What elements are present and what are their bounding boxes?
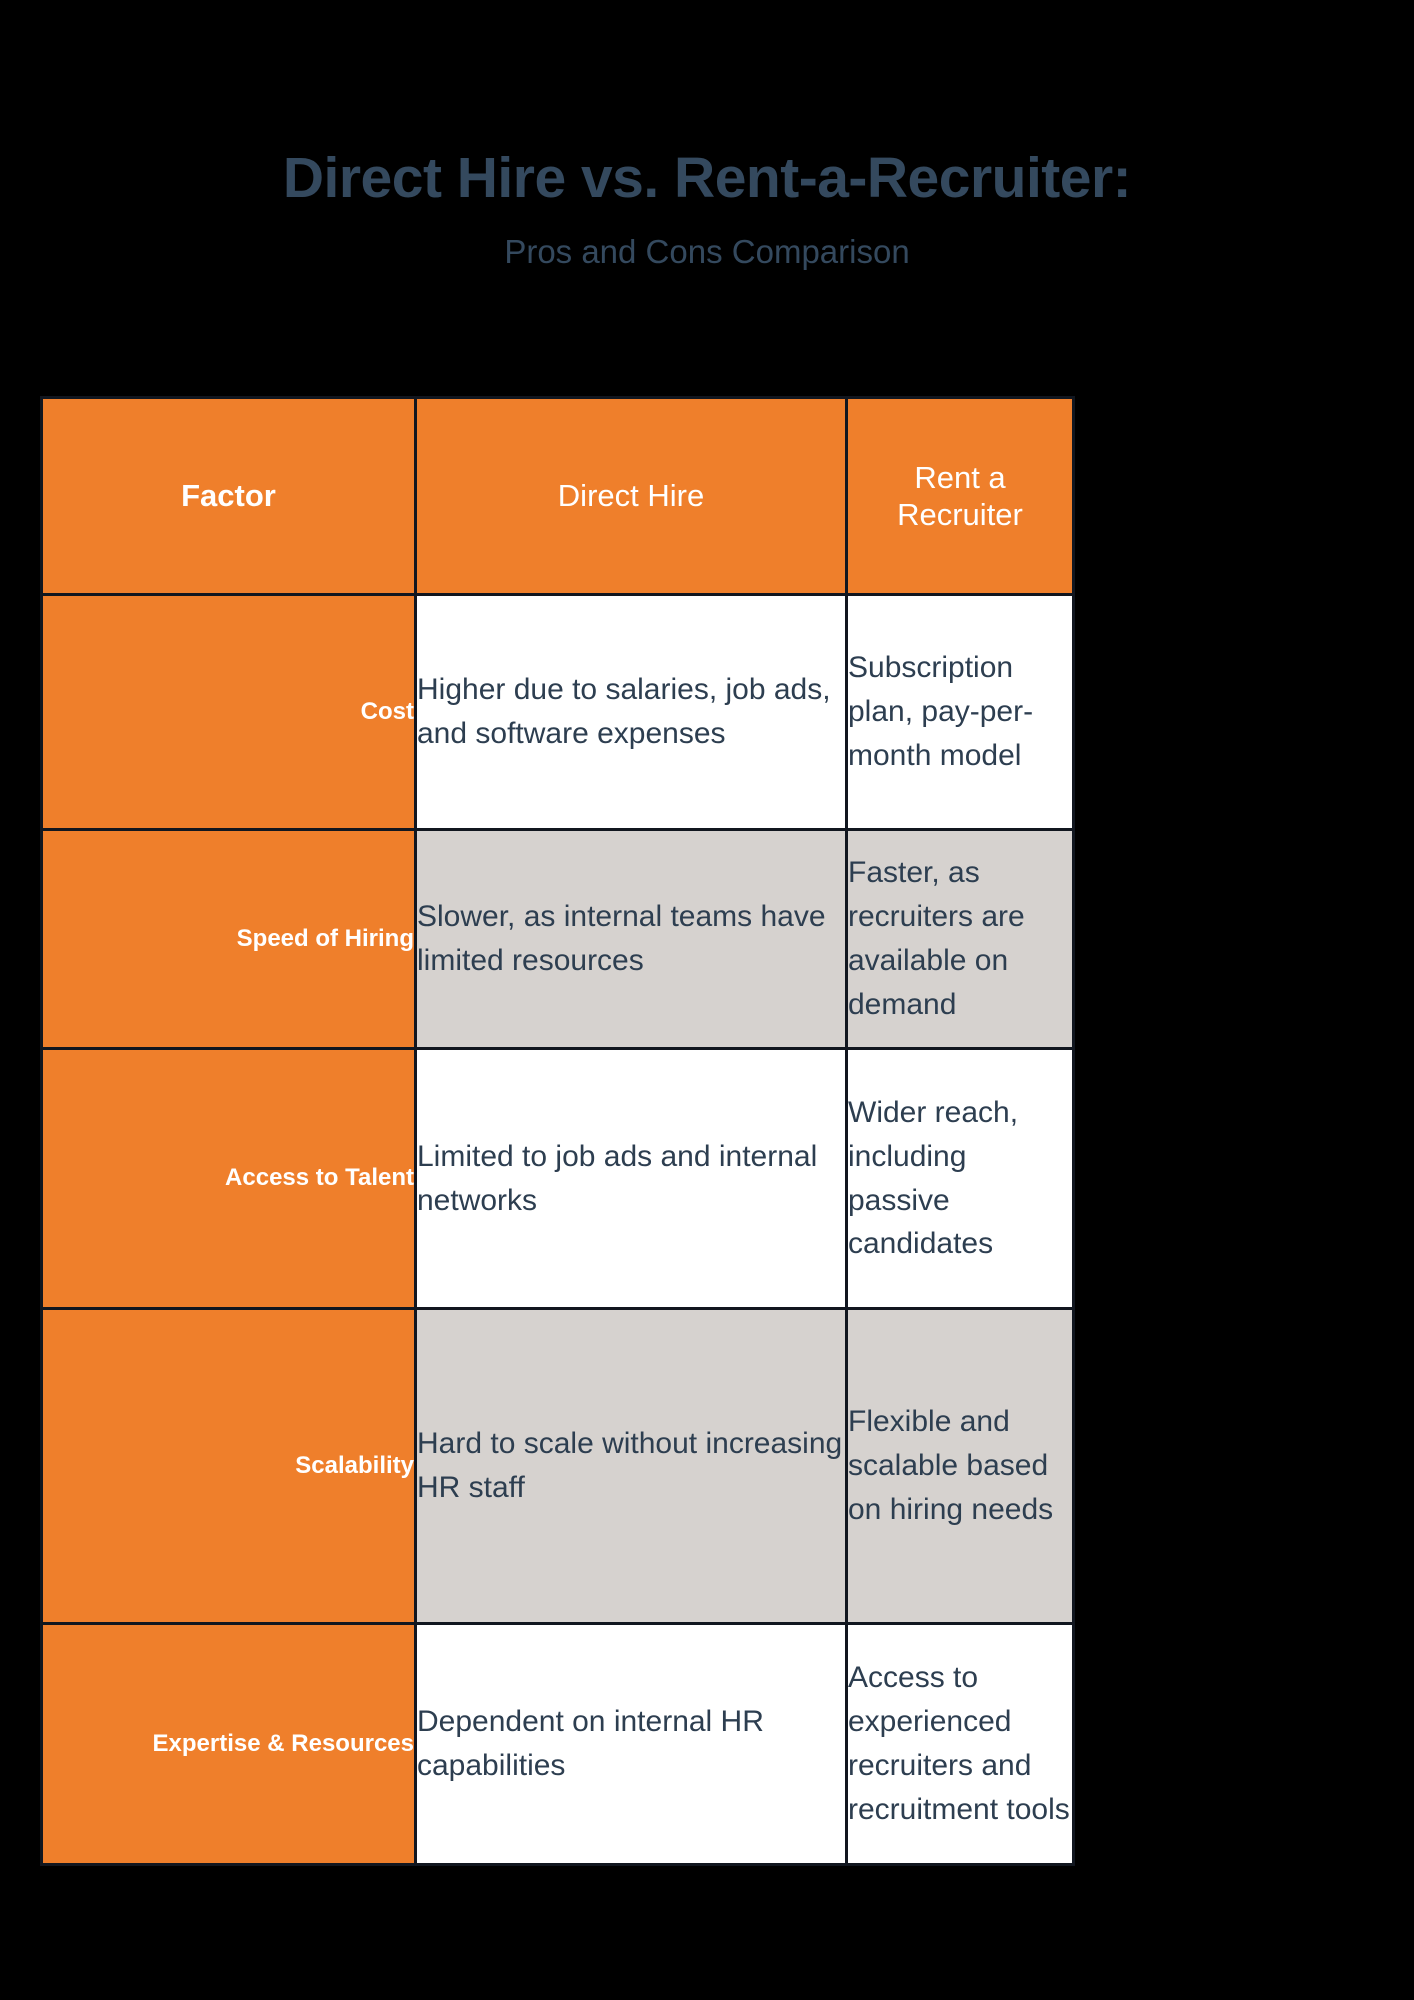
row-factor-label: Cost: [40, 593, 417, 831]
row-direct-hire-value: Hard to scale without increasing HR staf…: [414, 1307, 848, 1625]
table-body: Cost Higher due to salaries, job ads, an…: [40, 593, 1075, 1866]
row-rent-a-recruiter-value: Flexible and scalable based on hiring ne…: [845, 1307, 1075, 1625]
row-direct-hire-value: Higher due to salaries, job ads, and sof…: [414, 593, 848, 831]
column-header-rent-a-recruiter: Rent a Recruiter: [845, 396, 1075, 596]
row-rent-a-recruiter-value: Wider reach, including passive candidate…: [845, 1047, 1075, 1310]
row-direct-hire-value: Dependent on internal HR capabilities: [414, 1622, 848, 1866]
page-title: Direct Hire vs. Rent-a-Recruiter:: [282, 146, 1132, 210]
row-direct-hire-value: Slower, as internal teams have limited r…: [414, 828, 848, 1050]
row-factor-label: Scalability: [40, 1307, 417, 1625]
column-header-direct-hire: Direct Hire: [414, 396, 848, 596]
row-factor-label: Expertise & Resources: [40, 1622, 417, 1866]
comparison-table: Factor Direct Hire Rent a Recruiter Cost…: [40, 396, 1075, 1866]
row-rent-a-recruiter-value: Subscription plan, pay-per-month model: [845, 593, 1075, 831]
column-header-factor: Factor: [40, 396, 417, 596]
row-factor-label: Access to Talent: [40, 1047, 417, 1310]
page-subtitle: Pros and Cons Comparison: [504, 232, 910, 270]
comparison-table-container: Factor Direct Hire Rent a Recruiter Cost…: [40, 396, 1075, 1866]
table-header-row: Factor Direct Hire Rent a Recruiter: [40, 396, 1075, 596]
row-direct-hire-value: Limited to job ads and internal networks: [414, 1047, 848, 1310]
row-factor-label: Speed of Hiring: [40, 828, 417, 1050]
heading-block: Direct Hire vs. Rent-a-Recruiter: Pros a…: [0, 146, 1414, 270]
row-rent-a-recruiter-value: Access to experienced recruiters and rec…: [845, 1622, 1075, 1866]
row-rent-a-recruiter-value: Faster, as recruiters are available on d…: [845, 828, 1075, 1050]
table-header: Factor Direct Hire Rent a Recruiter: [40, 396, 1075, 596]
table-row: Cost Higher due to salaries, job ads, an…: [40, 593, 1075, 831]
table-row: Scalability Hard to scale without increa…: [40, 1307, 1075, 1625]
table-row: Expertise & Resources Dependent on inter…: [40, 1622, 1075, 1866]
table-row: Access to Talent Limited to job ads and …: [40, 1047, 1075, 1310]
poster-page: Direct Hire vs. Rent-a-Recruiter: Pros a…: [0, 0, 1414, 2000]
table-row: Speed of Hiring Slower, as internal team…: [40, 828, 1075, 1050]
